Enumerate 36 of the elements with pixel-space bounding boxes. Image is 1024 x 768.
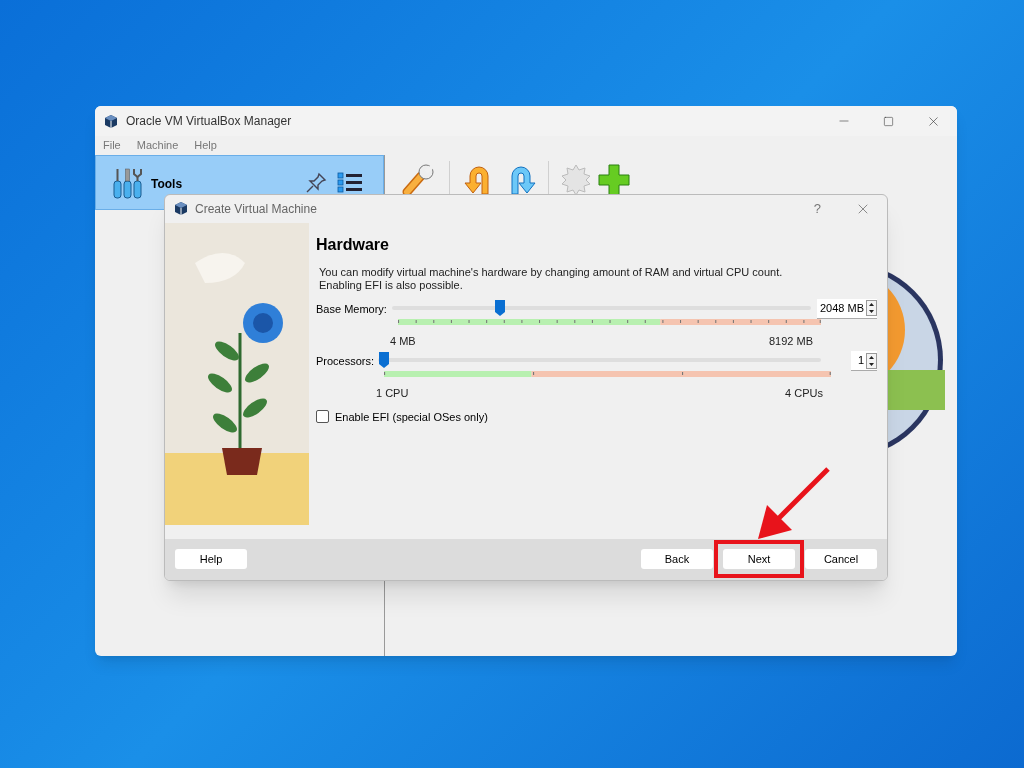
menu-item[interactable]: Help	[194, 137, 217, 154]
page-heading: Hardware	[316, 234, 390, 255]
plus-icon[interactable]	[597, 163, 631, 197]
menu-item[interactable]: File	[103, 137, 121, 154]
spin-arrows-icon[interactable]	[866, 300, 877, 317]
slider-min-label: 4 MB	[390, 333, 416, 349]
description-text: You can modify virtual machine's hardware by changing amount of RAM and virtual CPU count.	[319, 265, 784, 279]
virtualbox-logo-icon	[174, 201, 188, 217]
slider-track[interactable]	[378, 351, 821, 370]
window-title: Oracle VM VirtualBox Manager	[126, 113, 292, 130]
efi-label: Enable EFI (special OSes only)	[335, 409, 488, 425]
dialog-button[interactable]: Back	[641, 549, 713, 570]
tools-icon	[112, 166, 144, 199]
slider-max-label: 8192 MB	[768, 333, 813, 349]
menu-item[interactable]: Machine	[136, 137, 179, 154]
dialog-button[interactable]: Next	[723, 549, 795, 570]
memory-label: Base Memory:	[316, 301, 388, 317]
maximize-icon[interactable]	[883, 115, 894, 127]
dialog-button[interactable]: Help	[175, 549, 247, 570]
spin-box[interactable]: 2048 MB	[817, 298, 877, 319]
slider-track[interactable]	[392, 298, 811, 317]
spin-box[interactable]: 1	[851, 351, 877, 372]
help-glyph[interactable]: ?	[813, 199, 821, 219]
slider-thumb[interactable]	[493, 298, 506, 317]
virtualbox-logo-icon	[104, 113, 118, 129]
dialog-button[interactable]: Cancel	[805, 549, 877, 570]
spin-arrows-icon[interactable]	[866, 352, 877, 369]
tools-label: Tools	[151, 175, 183, 193]
list-icon[interactable]	[337, 170, 363, 195]
slider-thumb[interactable]	[378, 351, 390, 370]
slider-min-label: 1 CPU	[376, 386, 409, 402]
slider-max-label: 4 CPUs	[785, 386, 823, 402]
pin-icon[interactable]	[305, 171, 327, 194]
processors-label: Processors:	[316, 354, 376, 370]
efi-checkbox[interactable]	[316, 410, 329, 424]
description-text: Enabling EFI is also possible.	[319, 278, 464, 292]
